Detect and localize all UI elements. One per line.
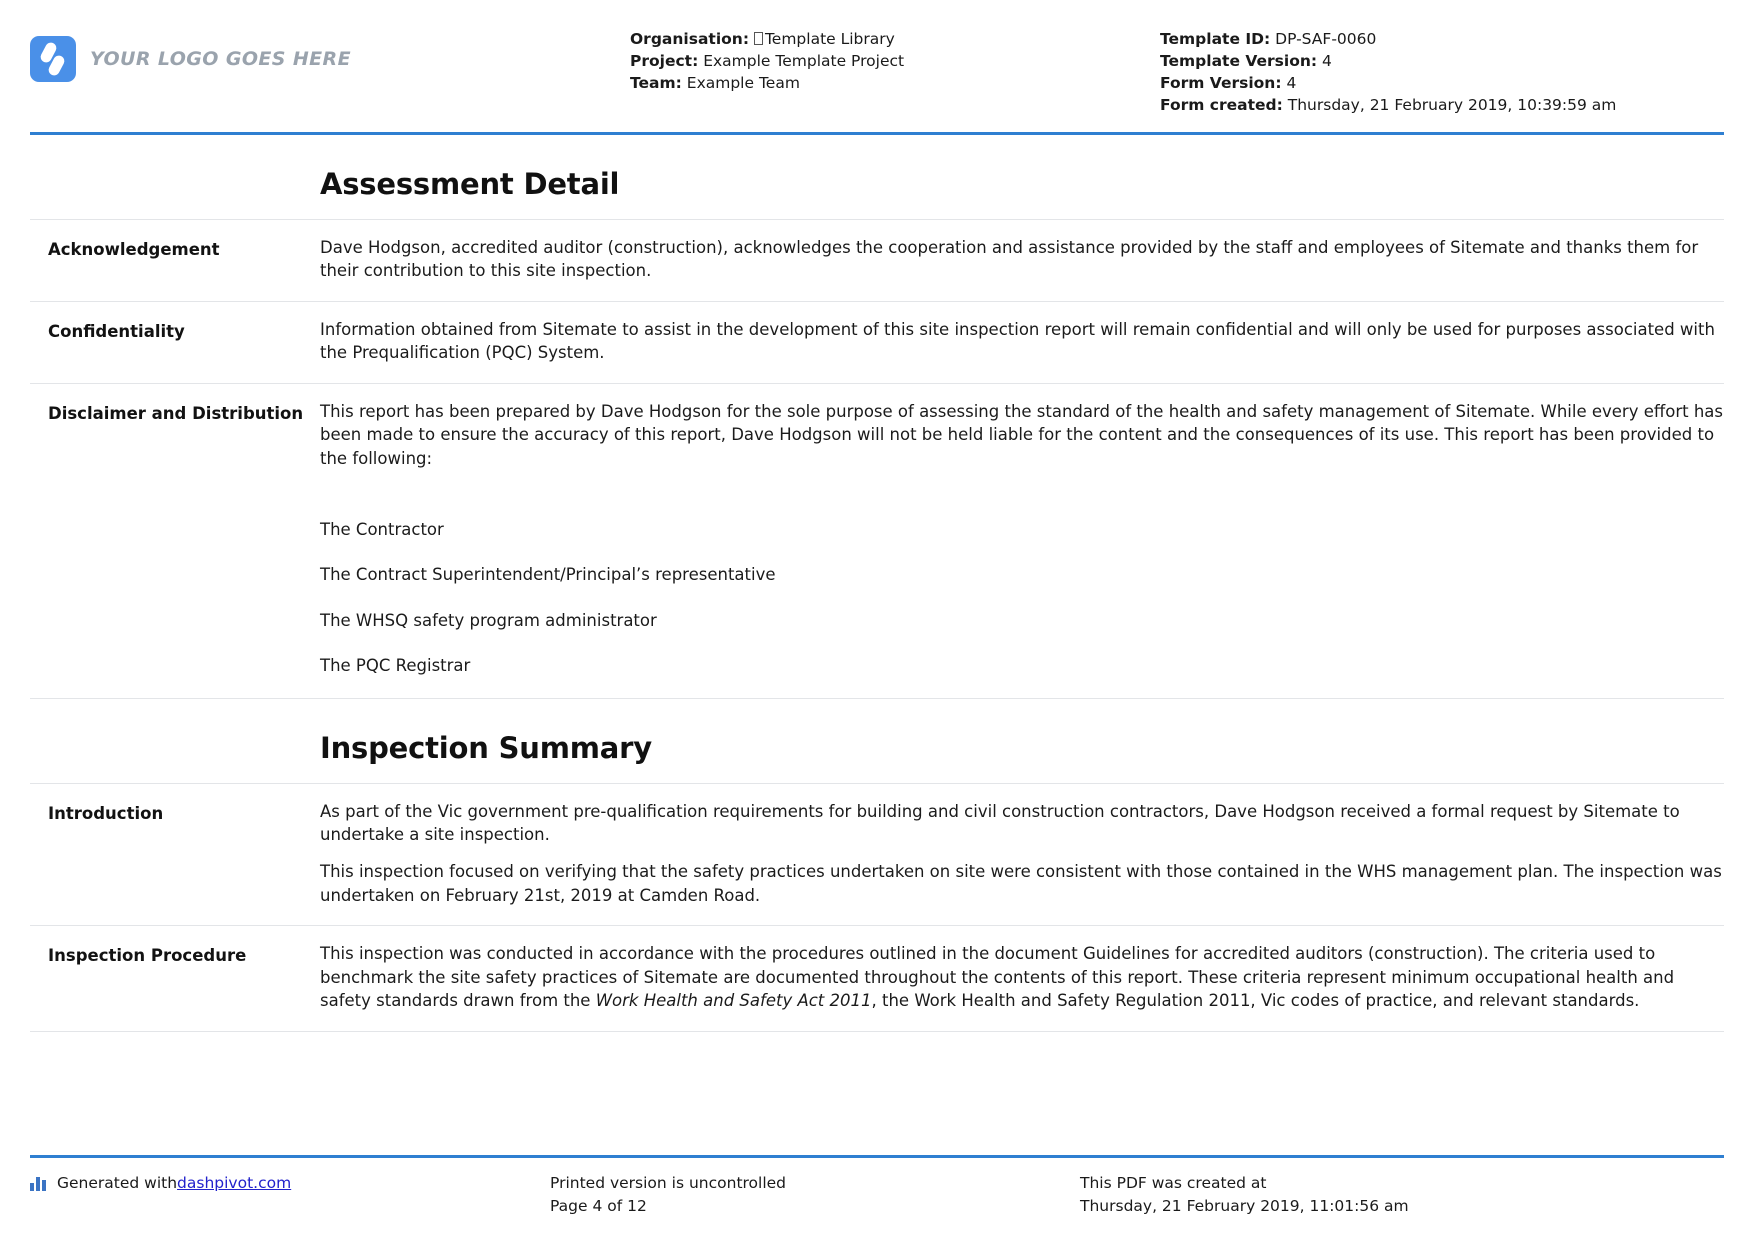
template-id-line: Template ID: DP-SAF-0060 <box>1160 28 1724 50</box>
row-content: Dave Hodgson, accredited auditor (constr… <box>320 236 1724 283</box>
printed-notice: Printed version is uncontrolled <box>550 1174 787 1193</box>
project-label: Project: <box>630 52 699 70</box>
paragraph: Dave Hodgson, accredited auditor (constr… <box>320 238 1699 281</box>
pdf-created-label: This PDF was created at <box>1080 1174 1267 1193</box>
template-version-value: 4 <box>1322 52 1332 70</box>
detail-row: Introduction As part of the Vic governmen… <box>30 784 1724 926</box>
paragraph: This inspection focused on verifying tha… <box>320 862 1722 905</box>
distribution-list: The Contractor The Contract Superintenden… <box>320 518 1724 678</box>
text-fragment: , the Work Health and Safety Regulation … <box>871 991 1640 1011</box>
footer-divider <box>30 1155 1724 1159</box>
paragraph: Information obtained from Sitemate to as… <box>320 319 1715 363</box>
detail-row: Confidentiality Information obtained from… <box>30 302 1724 383</box>
row-content: Information obtained from Sitemate to as… <box>320 318 1724 365</box>
form-created-value: Thursday, 21 February 2019, 10:39:59 am <box>1287 96 1617 114</box>
project-value: Example Template Project <box>703 52 905 70</box>
pdf-created-value: Thursday, 21 February 2019, 11:01:56 am <box>1080 1196 1409 1215</box>
row-content: This report has been prepared by Dave Ho… <box>320 400 1724 680</box>
team-label: Team: <box>630 74 682 92</box>
footer-generated-block: Generated with dashpivot.com <box>30 1172 550 1194</box>
document-page: YOUR LOGO GOES HERE Organisation: Templa… <box>0 0 1754 1239</box>
form-created-line: Form created: Thursday, 21 February 2019… <box>1160 94 1724 116</box>
team-line: Team: Example Team <box>630 72 1150 94</box>
detail-row: Inspection Procedure This inspection was … <box>30 926 1724 1030</box>
template-version-line: Template Version: 4 <box>1160 50 1724 72</box>
row-label: Inspection Procedure <box>48 946 247 966</box>
dashpivot-link[interactable]: dashpivot.com <box>177 1172 291 1194</box>
list-item: The WHSQ safety program administrator <box>320 610 657 630</box>
row-label: Acknowledgement <box>48 240 220 259</box>
emphasised-text: Work Health and Safety Act 2011 <box>595 991 872 1011</box>
section-title: Inspection Summary <box>320 730 652 765</box>
template-id-label: Template ID: <box>1160 30 1271 48</box>
page-number: Page 4 of 12 <box>550 1196 647 1215</box>
organisation-value: Template Library <box>764 30 895 48</box>
row-label: Confidentiality <box>48 321 185 341</box>
header-meta-middle: Organisation: Template Library Project: … <box>630 22 1150 94</box>
detail-row: Disclaimer and Distribution This report h… <box>30 384 1724 698</box>
logo-placeholder-text: YOUR LOGO GOES HERE <box>90 48 351 70</box>
project-line: Project: Example Template Project <box>630 50 1150 72</box>
page-footer: Generated with dashpivot.com Printed ver… <box>30 1155 1724 1217</box>
footer-pdf-block: This PDF was created at Thursday, 21 Feb… <box>1070 1172 1724 1217</box>
row-label: Introduction <box>48 803 164 823</box>
generated-prefix: Generated with <box>57 1174 178 1193</box>
row-content: As part of the Vic government pre-qualif… <box>320 800 1724 908</box>
row-divider <box>30 1030 1724 1032</box>
template-version-label: Template Version: <box>1160 52 1318 70</box>
brand-block: YOUR LOGO GOES HERE <box>30 22 630 82</box>
list-item: The Contractor <box>320 519 444 539</box>
organisation-line: Organisation: Template Library <box>630 28 1150 50</box>
form-version-label: Form Version: <box>1160 74 1282 92</box>
team-value: Example Team <box>686 74 800 92</box>
form-version-value: 4 <box>1286 74 1297 92</box>
template-id-value: DP-SAF-0060 <box>1275 30 1377 48</box>
missing-glyph-icon <box>753 32 763 45</box>
page-header: YOUR LOGO GOES HERE Organisation: Templa… <box>0 0 1754 128</box>
row-label: Disclaimer and Distribution <box>48 403 304 423</box>
section-title: Assessment Detail <box>320 167 620 201</box>
list-item: The Contract Superintendent/Principal’s … <box>320 565 776 585</box>
row-content: This inspection was conducted in accorda… <box>320 942 1724 1012</box>
paragraph: As part of the Vic government pre-qualif… <box>320 801 1680 845</box>
organisation-label: Organisation: <box>630 30 750 48</box>
footer-page-block: Printed version is uncontrolled Page 4 o… <box>550 1172 1070 1217</box>
paragraph: This inspection was conducted in accorda… <box>320 942 1724 1012</box>
header-meta-right: Template ID: DP-SAF-0060 Template Versio… <box>1150 22 1724 116</box>
paragraph: This report has been prepared by Dave Ho… <box>320 401 1723 468</box>
sitemate-logo-icon <box>30 36 76 82</box>
form-created-label: Form created: <box>1160 96 1283 114</box>
detail-row: Acknowledgement Dave Hodgson, accredited … <box>30 220 1724 301</box>
list-item: The PQC Registrar <box>320 656 471 676</box>
bar-chart-icon <box>30 1176 48 1191</box>
form-version-line: Form Version: 4 <box>1160 72 1724 94</box>
document-body: Assessment Detail Acknowledgement Dave Hod… <box>0 135 1754 1032</box>
